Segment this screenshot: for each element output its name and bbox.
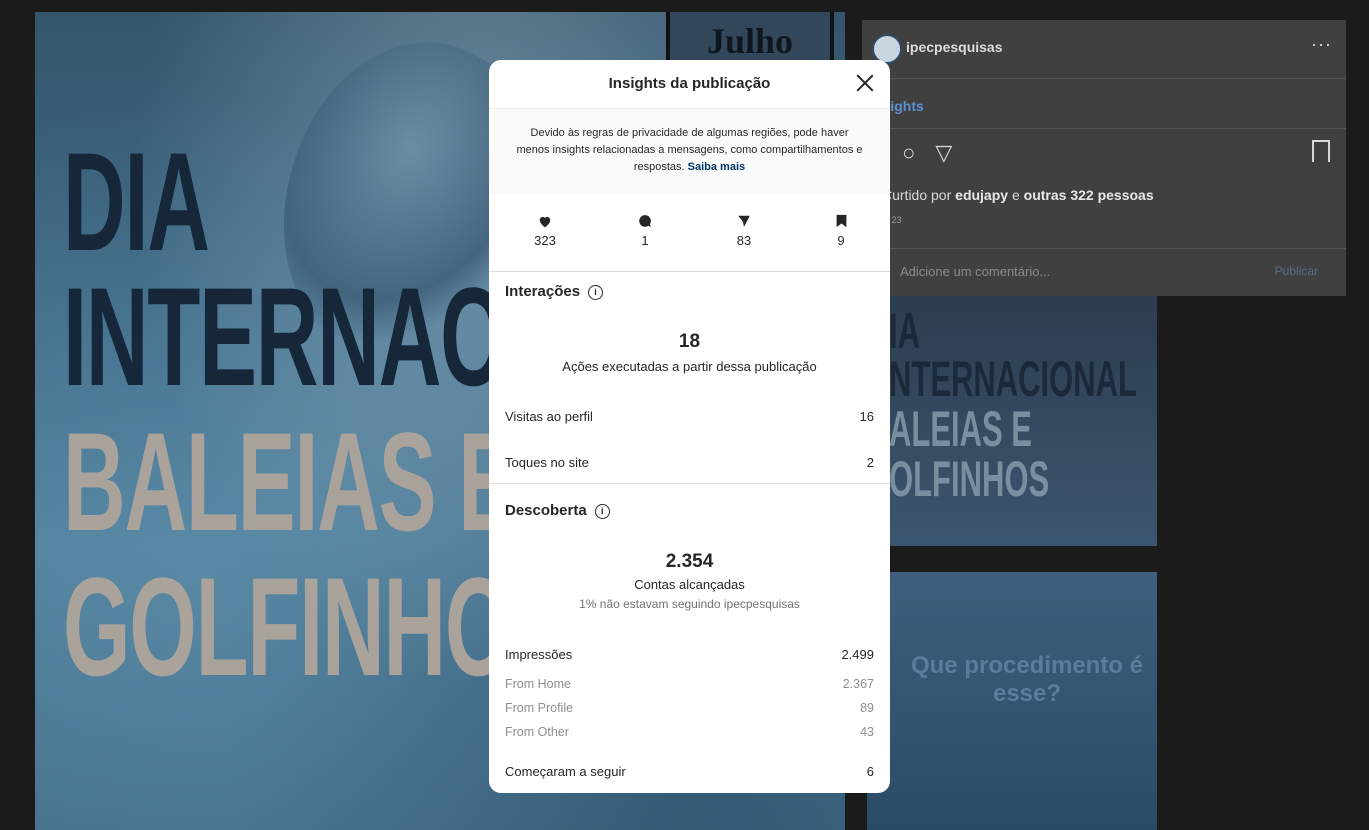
metric-value: 2.367 bbox=[842, 677, 874, 691]
comments-stat: 1 bbox=[615, 213, 675, 248]
interactions-total: 18 bbox=[678, 331, 701, 352]
metric-row-from-home: From Home 2.367 bbox=[505, 677, 874, 691]
liked-user[interactable]: edujapy bbox=[955, 187, 1008, 203]
comment-icon[interactable]: ○ bbox=[902, 140, 915, 165]
grid-text-3: ALEIAS E bbox=[889, 401, 1032, 457]
liked-mid: e bbox=[1008, 187, 1024, 203]
shares-count: 83 bbox=[736, 233, 752, 248]
metric-value: 6 bbox=[866, 764, 874, 779]
comments-count: 1 bbox=[641, 233, 649, 248]
publish-button[interactable]: Publicar bbox=[1275, 264, 1318, 278]
grid-text-2: NTERNACIONAL bbox=[889, 351, 1137, 407]
section-divider bbox=[489, 483, 890, 484]
post-side-panel: ipecpesquisas ··· nsights ○ ▽ Curtido po… bbox=[862, 20, 1346, 296]
non-followers-caption: 1% não estavam seguindo ipecpesquisas bbox=[579, 597, 800, 611]
close-icon[interactable] bbox=[852, 70, 878, 96]
grid-text-1: IA bbox=[889, 303, 920, 359]
accounts-reached-total: 2.354 bbox=[665, 551, 714, 572]
metric-label: From Other bbox=[505, 725, 569, 739]
metric-label: Começaram a seguir bbox=[505, 764, 626, 779]
metric-row-from-profile: From Profile 89 bbox=[505, 701, 874, 715]
metric-value: 89 bbox=[860, 701, 874, 715]
liked-by-text: Curtido por edujapy e outras 322 pessoas bbox=[882, 187, 1154, 203]
likes-count: 323 bbox=[534, 233, 556, 248]
metric-label: From Profile bbox=[505, 701, 574, 715]
month-label: Julho bbox=[666, 12, 834, 62]
save-icon[interactable] bbox=[1312, 140, 1330, 162]
more-options-icon[interactable]: ··· bbox=[1311, 34, 1332, 55]
metric-value: 2.499 bbox=[841, 647, 874, 662]
panel-divider bbox=[862, 128, 1346, 129]
interactions-title: Interações i bbox=[505, 283, 604, 300]
comment-icon bbox=[615, 213, 675, 229]
likes-stat: 323 bbox=[515, 213, 575, 248]
info-icon[interactable]: i bbox=[588, 285, 604, 300]
metric-row-impressions: Impressões 2.499 bbox=[505, 647, 874, 662]
metric-label: Toques no site bbox=[505, 455, 589, 470]
privacy-notice: Devido às regras de privacidade de algum… bbox=[489, 108, 890, 195]
interactions-caption: Ações executadas a partir dessa publicaç… bbox=[562, 359, 817, 374]
accounts-reached-caption: Contas alcançadas bbox=[634, 577, 745, 592]
post-text-dia: DIA bbox=[63, 123, 210, 280]
learn-more-link[interactable]: Saiba mais bbox=[688, 161, 745, 173]
post-text-golfinhos: GOLFINHO bbox=[63, 548, 512, 705]
metric-value: 43 bbox=[860, 725, 874, 739]
metric-value: 16 bbox=[859, 409, 874, 424]
metric-row-website-taps: Toques no site 2 bbox=[505, 455, 874, 470]
saves-count: 9 bbox=[837, 233, 845, 248]
share-icon[interactable]: ▽ bbox=[935, 140, 952, 165]
metric-label: Visitas ao perfil bbox=[505, 409, 593, 424]
comment-input[interactable]: Adicione um comentário... bbox=[900, 264, 1050, 279]
stats-bar: 323 1 83 9 bbox=[489, 195, 890, 272]
share-icon bbox=[714, 213, 774, 229]
interactions-title-text: Interações bbox=[505, 283, 581, 300]
panel-divider bbox=[862, 78, 1346, 79]
top-gap bbox=[0, 0, 1369, 12]
metric-label: From Home bbox=[505, 677, 571, 691]
grid-post-thumbnail[interactable]: Que procedimento é esse? bbox=[867, 572, 1157, 830]
bookmark-icon bbox=[811, 213, 871, 229]
liked-prefix: Curtido por bbox=[882, 187, 956, 203]
action-icons: ○ ▽ bbox=[902, 140, 952, 166]
metric-row-profile-visits: Visitas ao perfil 16 bbox=[505, 409, 874, 424]
grid-text-4: OLFINHOS bbox=[889, 451, 1050, 507]
metric-label: Impressões bbox=[505, 647, 573, 662]
info-icon[interactable]: i bbox=[594, 504, 610, 519]
profile-username[interactable]: ipecpesquisas bbox=[906, 39, 1003, 55]
liked-others[interactable]: outras 322 pessoas bbox=[1024, 187, 1154, 203]
saves-stat: 9 bbox=[811, 213, 871, 248]
metric-row-follows: Começaram a seguir 6 bbox=[505, 764, 874, 779]
grid-post-thumbnail[interactable]: IA NTERNACIONAL ALEIAS E OLFINHOS bbox=[867, 296, 1157, 546]
modal-header: Insights da publicação bbox=[489, 60, 890, 108]
post-text-baleias: BALEIAS E bbox=[63, 403, 516, 560]
modal-title: Insights da publicação bbox=[608, 75, 771, 92]
insights-modal: Insights da publicação Devido às regras … bbox=[489, 60, 890, 793]
heart-icon bbox=[515, 213, 575, 229]
grid-text-question: Que procedimento é esse? bbox=[910, 652, 1144, 707]
panel-divider bbox=[862, 248, 1346, 249]
shares-stat: 83 bbox=[714, 213, 774, 248]
post-text-internacional: INTERNAC bbox=[63, 258, 503, 415]
discovery-title-text: Descoberta bbox=[505, 502, 587, 519]
metric-value: 2 bbox=[866, 455, 874, 470]
discovery-title: Descoberta i bbox=[505, 502, 610, 519]
metric-row-from-other: From Other 43 bbox=[505, 725, 874, 739]
